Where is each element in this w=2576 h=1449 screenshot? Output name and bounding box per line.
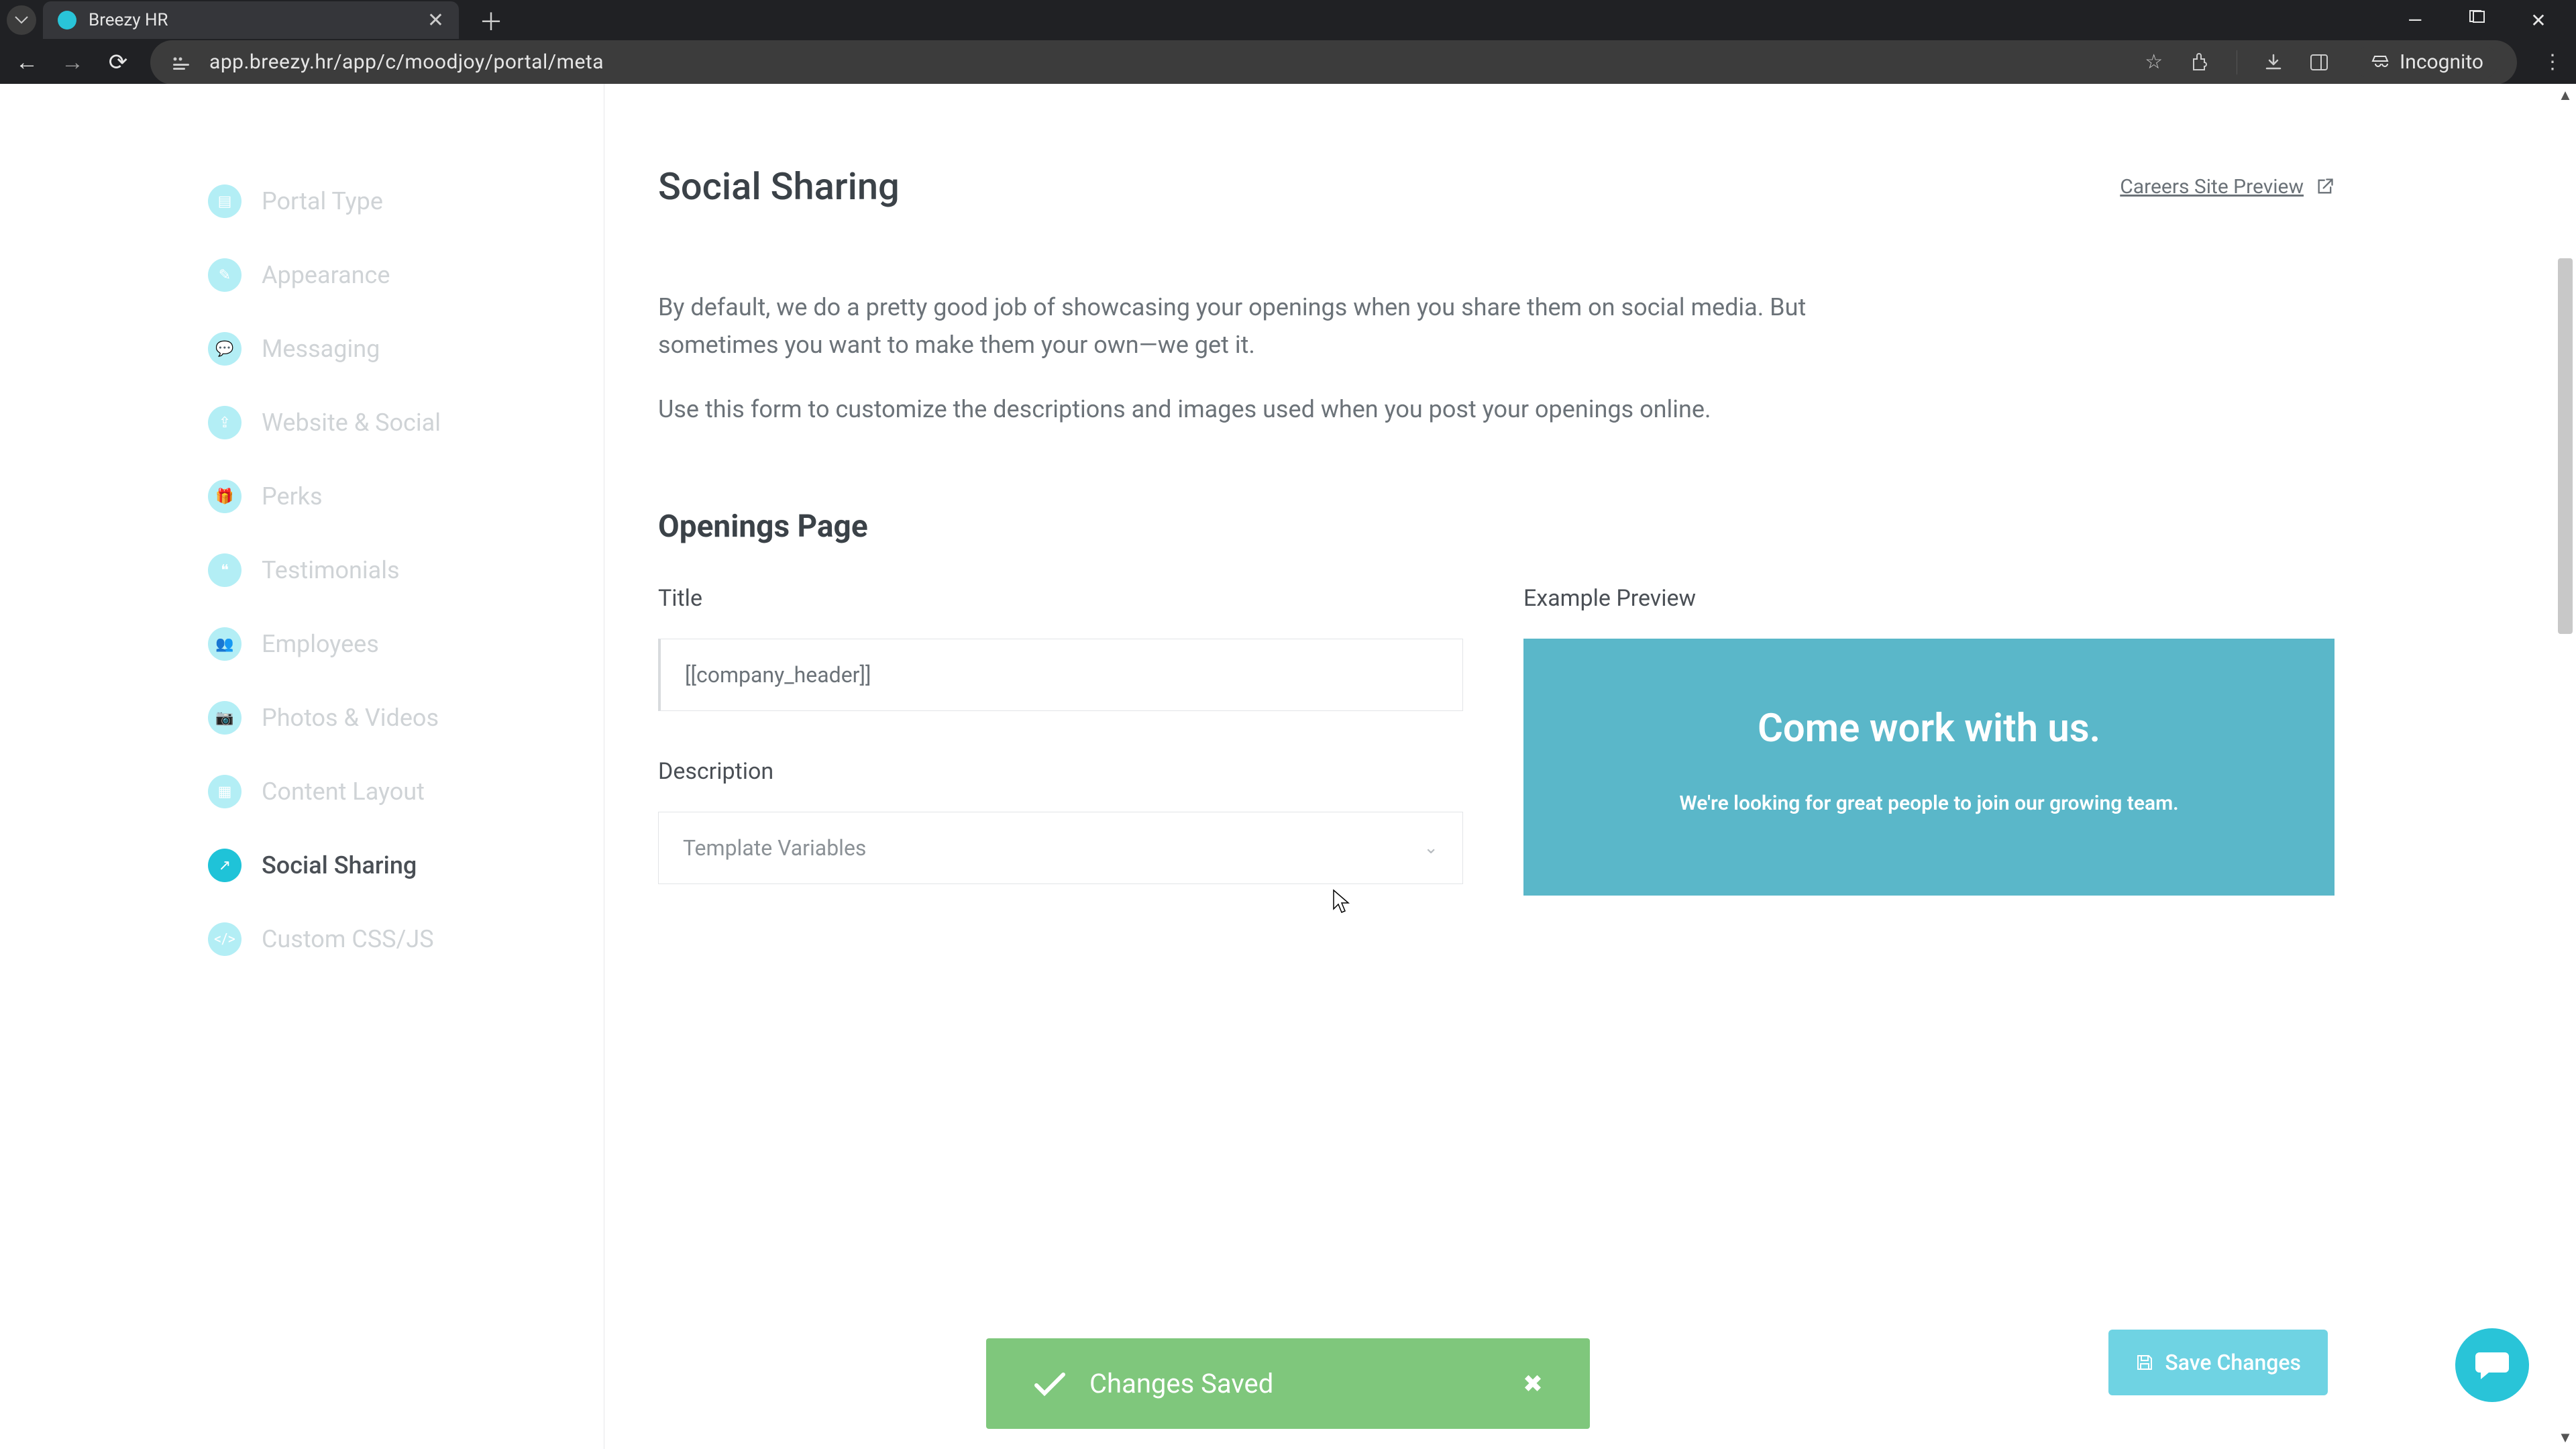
window-controls: — ✕ <box>2404 9 2569 32</box>
sidebar-item-content-layout[interactable]: ▦ Content Layout <box>208 755 604 828</box>
sidebar-item-label: Testimonials <box>262 556 400 584</box>
document-icon: ▤ <box>208 184 241 218</box>
careers-preview-link[interactable]: Careers Site Preview <box>2120 175 2334 199</box>
scrollbar-thumb[interactable] <box>2558 258 2573 634</box>
tab-strip: Breezy HR ✕ ＋ — ✕ <box>0 0 2576 40</box>
save-button-label: Save Changes <box>2165 1350 2301 1375</box>
preview-link-label: Careers Site Preview <box>2120 175 2304 199</box>
incognito-icon <box>2370 54 2390 70</box>
template-variables-select[interactable]: Template Variables ⌄ <box>658 812 1463 884</box>
chevron-down-icon: ⌄ <box>1424 838 1438 858</box>
intro-paragraph-2: Use this form to customize the descripti… <box>658 391 1919 429</box>
sidebar-item-photos-videos[interactable]: 📷 Photos & Videos <box>208 681 604 755</box>
share-icon: ⇪ <box>208 406 241 439</box>
save-changes-button[interactable]: Save Changes <box>2108 1330 2328 1395</box>
extensions-icon[interactable] <box>2190 52 2210 72</box>
scroll-up-icon[interactable]: ▲ <box>2558 87 2573 104</box>
browser-tab[interactable]: Breezy HR ✕ <box>43 1 459 39</box>
sidebar-item-appearance[interactable]: ✎ Appearance <box>208 238 604 312</box>
save-icon <box>2135 1353 2154 1372</box>
page-title: Social Sharing <box>658 164 900 209</box>
maximize-button[interactable] <box>2466 9 2487 32</box>
sidebar-item-label: Website & Social <box>262 409 441 437</box>
tab-search-button[interactable] <box>7 5 36 35</box>
sidebar-item-label: Employees <box>262 630 379 658</box>
sidebar-item-label: Photos & Videos <box>262 704 439 732</box>
chat-icon: 💬 <box>208 332 241 366</box>
pencil-icon: ✎ <box>208 258 241 292</box>
toast-close-icon[interactable]: ✖ <box>1523 1370 1543 1398</box>
scroll-down-icon[interactable]: ▼ <box>2558 1429 2573 1446</box>
sidebar-item-social-sharing[interactable]: ↗ Social Sharing <box>208 828 604 902</box>
share-alt-icon: ↗ <box>208 849 241 882</box>
preview-subtext: We're looking for great people to join o… <box>1564 792 2294 815</box>
downloads-icon[interactable] <box>2264 53 2283 72</box>
sidebar-item-website-social[interactable]: ⇪ Website & Social <box>208 386 604 460</box>
sidebar-item-employees[interactable]: 👥 Employees <box>208 607 604 681</box>
title-input[interactable] <box>658 639 1463 711</box>
intro-text: By default, we do a pretty good job of s… <box>658 289 2334 428</box>
page-content: ▤ Portal Type ✎ Appearance 💬 Messaging ⇪… <box>0 84 2576 1449</box>
browser-menu-button[interactable]: ⋮ <box>2542 50 2563 74</box>
main-panel: Social Sharing Careers Site Preview By d… <box>604 84 2576 1449</box>
sidebar-item-label: Messaging <box>262 335 380 363</box>
camera-icon: 📷 <box>208 701 241 735</box>
back-button[interactable]: ← <box>13 49 40 76</box>
sidebar-item-label: Appearance <box>262 261 390 289</box>
tab-close-icon[interactable]: ✕ <box>427 9 444 32</box>
sidepanel-icon[interactable] <box>2310 54 2328 71</box>
preview-heading: Come work with us. <box>1564 706 2294 751</box>
sidebar-item-label: Perks <box>262 482 323 511</box>
sidebar-item-testimonials[interactable]: ❝ Testimonials <box>208 533 604 607</box>
changes-saved-toast: Changes Saved ✖ <box>986 1338 1590 1429</box>
intro-paragraph-1: By default, we do a pretty good job of s… <box>658 289 1919 364</box>
external-link-icon <box>2316 177 2334 196</box>
sidebar-item-label: Custom CSS/JS <box>262 925 434 953</box>
quote-icon: ❝ <box>208 553 241 587</box>
layout-icon: ▦ <box>208 775 241 808</box>
settings-sidebar: ▤ Portal Type ✎ Appearance 💬 Messaging ⇪… <box>0 84 604 1449</box>
address-bar[interactable]: app.breezy.hr/app/c/moodjoy/portal/meta … <box>150 40 2517 85</box>
sidebar-item-label: Portal Type <box>262 187 383 215</box>
site-info-icon[interactable] <box>169 53 193 72</box>
chat-fab[interactable] <box>2455 1328 2529 1402</box>
sidebar-item-perks[interactable]: 🎁 Perks <box>208 460 604 533</box>
people-icon: 👥 <box>208 627 241 661</box>
toolbar: ← → ⟳ app.breezy.hr/app/c/moodjoy/portal… <box>0 40 2576 84</box>
forward-button[interactable]: → <box>59 49 86 76</box>
sidebar-item-custom-css-js[interactable]: </> Custom CSS/JS <box>208 902 604 976</box>
tab-title: Breezy HR <box>89 10 168 30</box>
sidebar-item-label: Social Sharing <box>262 851 417 879</box>
tab-favicon <box>58 11 76 30</box>
incognito-badge[interactable]: Incognito <box>2355 45 2498 79</box>
reload-button[interactable]: ⟳ <box>105 49 131 76</box>
sidebar-item-label: Content Layout <box>262 777 425 806</box>
description-field-label: Description <box>658 758 1463 785</box>
vertical-scrollbar[interactable]: ▲ ▼ <box>2556 84 2575 1449</box>
example-preview-card: Come work with us. We're looking for gre… <box>1523 639 2334 896</box>
url-text: app.breezy.hr/app/c/moodjoy/portal/meta <box>209 50 604 74</box>
chat-icon <box>2474 1348 2510 1382</box>
gift-icon: 🎁 <box>208 480 241 513</box>
bookmark-icon[interactable]: ☆ <box>2145 50 2163 74</box>
select-label: Template Variables <box>683 835 866 861</box>
title-field-label: Title <box>658 585 1463 612</box>
check-icon <box>1033 1371 1067 1397</box>
sidebar-item-portal-type[interactable]: ▤ Portal Type <box>208 164 604 238</box>
browser-chrome: Breezy HR ✕ ＋ — ✕ ← → ⟳ app.breezy.hr/ap… <box>0 0 2576 84</box>
code-icon: </> <box>208 922 241 956</box>
toast-label: Changes Saved <box>1089 1368 1273 1399</box>
sidebar-item-messaging[interactable]: 💬 Messaging <box>208 312 604 386</box>
minimize-button[interactable]: — <box>2404 9 2426 32</box>
close-window-button[interactable]: ✕ <box>2528 9 2549 32</box>
preview-label: Example Preview <box>1523 585 2334 612</box>
new-tab-button[interactable]: ＋ <box>479 3 503 38</box>
incognito-label: Incognito <box>2400 50 2483 74</box>
openings-section-title: Openings Page <box>658 508 2334 545</box>
